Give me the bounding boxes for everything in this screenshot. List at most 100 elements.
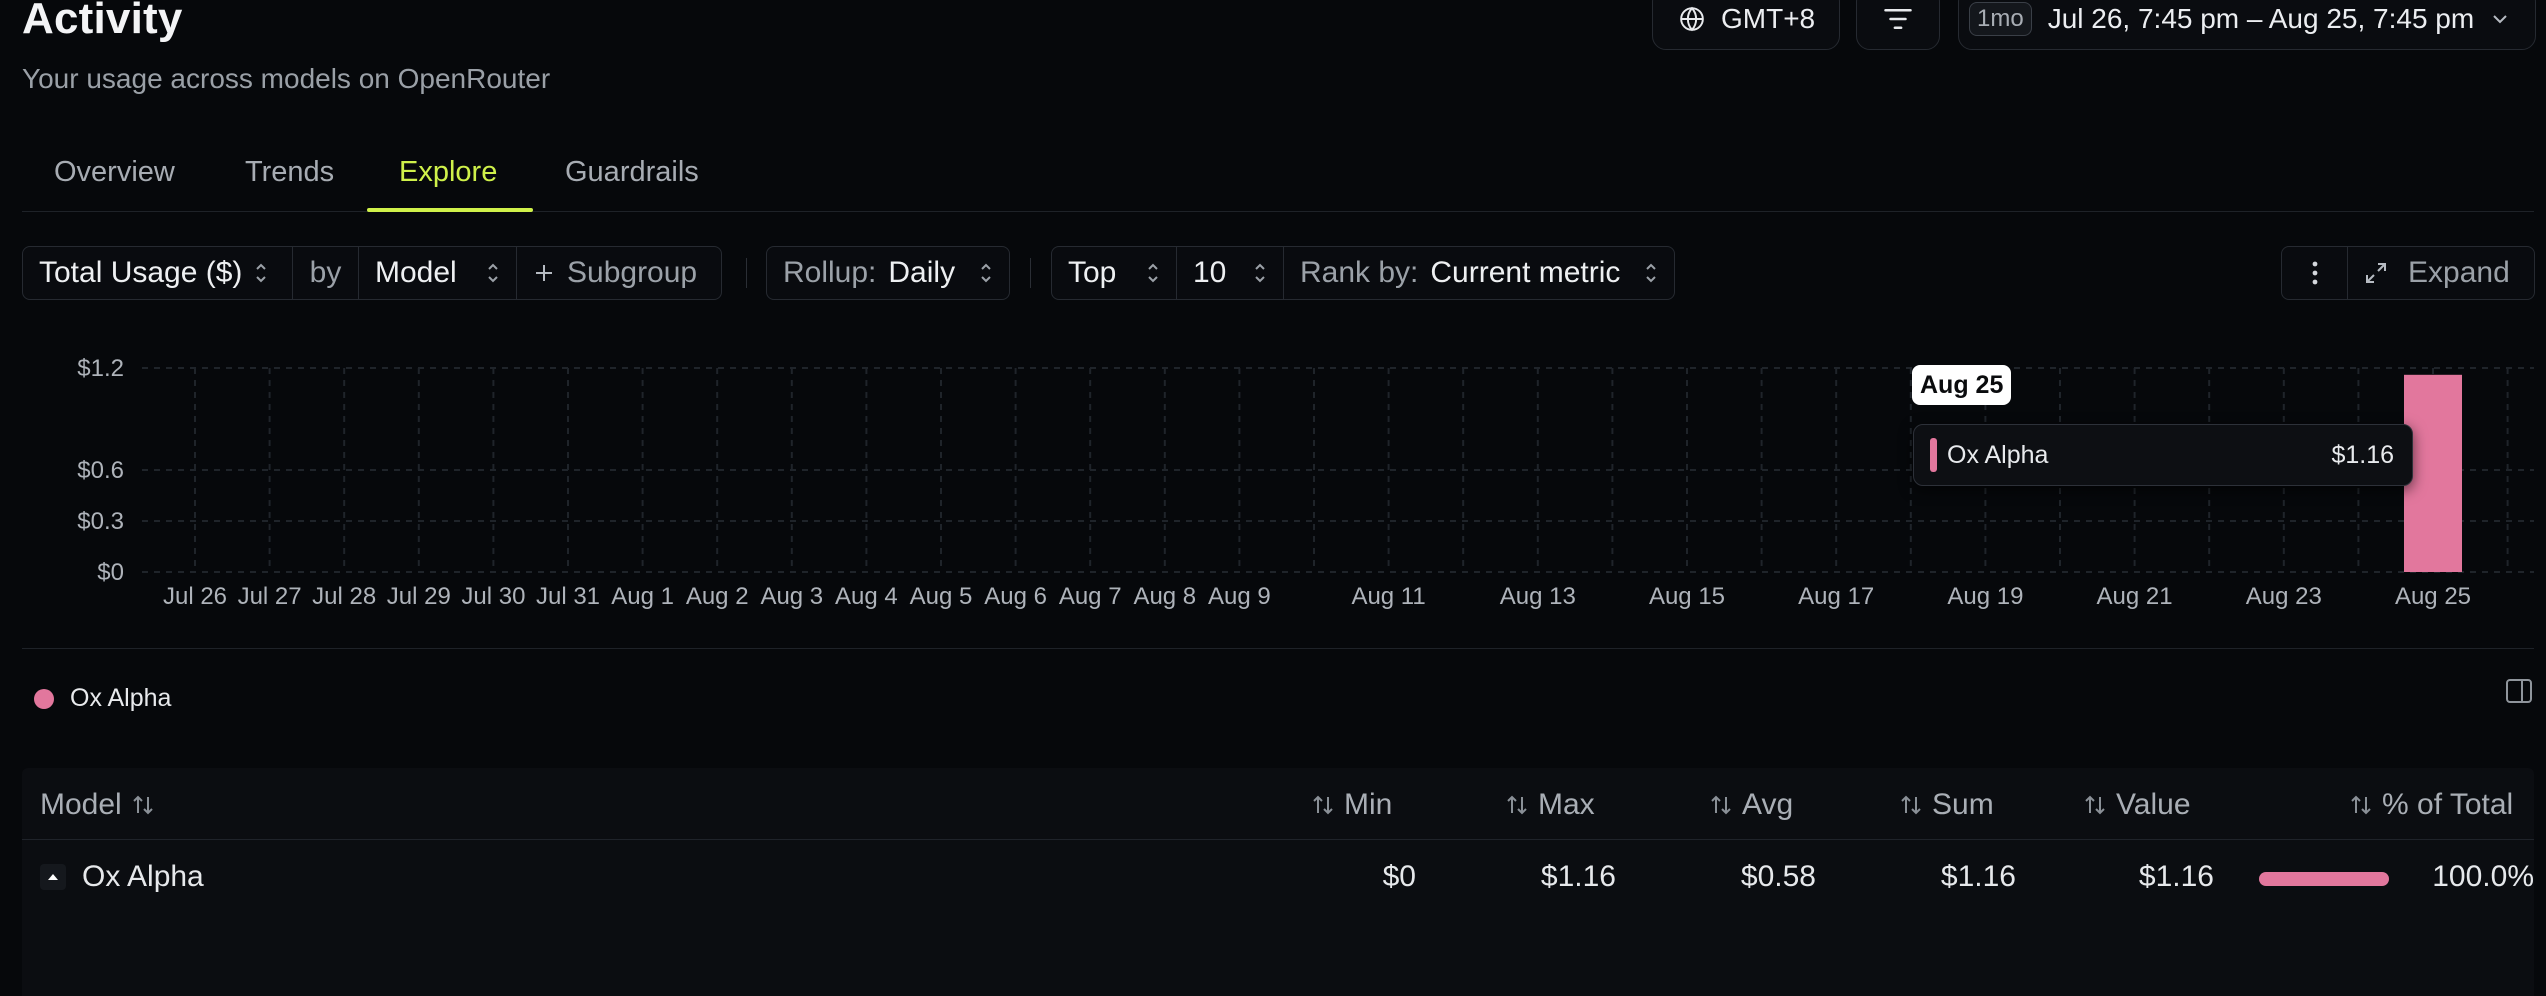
by-label: by [293, 247, 359, 299]
col-header-avg[interactable]: Avg [1708, 788, 1793, 822]
x-tick-label: Aug 21 [2097, 583, 2173, 610]
chevron-updown-icon [981, 263, 991, 283]
expand-button[interactable]: Expand [2348, 247, 2534, 299]
rank-by-select[interactable]: Rank by: Current metric [1284, 247, 1674, 299]
x-tick-label: Aug 9 [1208, 583, 1271, 610]
tooltip-date: Aug 25 [1912, 365, 2012, 405]
col-label: Sum [1932, 788, 1994, 821]
y-tick-label: $0 [97, 559, 124, 586]
expand-row-button[interactable] [40, 864, 66, 890]
pct-of-total-bar-fill [2259, 872, 2389, 886]
x-tick-label: Aug 1 [611, 583, 674, 610]
x-tick-label: Aug 15 [1649, 583, 1725, 610]
subgroup-label: Subgroup [567, 256, 698, 289]
x-tick-label: Aug 7 [1059, 583, 1122, 610]
caret-up-icon [48, 874, 58, 880]
rollup-controls: Rollup: Daily [766, 246, 1010, 300]
filter-icon [1884, 9, 1912, 29]
tab-bar: Overview Trends Explore Guardrails [22, 126, 2534, 212]
legend-label: Ox Alpha [70, 684, 172, 712]
active-tab-indicator [367, 208, 533, 212]
timezone-label: GMT+8 [1721, 3, 1816, 34]
sort-icon [1901, 795, 1921, 815]
date-range-label: Jul 26, 7:45 pm – Aug 25, 7:45 pm [2047, 3, 2475, 34]
x-tick-label: Aug 6 [984, 583, 1047, 610]
chevron-updown-icon [1148, 263, 1158, 283]
chart-divider [22, 648, 2534, 649]
sort-icon [1507, 795, 1527, 815]
tab-trends[interactable]: Trends [245, 156, 334, 189]
tab-guardrails[interactable]: Guardrails [565, 156, 699, 189]
metric-value: Total Usage ($) [39, 256, 243, 289]
tab-overview[interactable]: Overview [54, 156, 175, 189]
col-header-sum[interactable]: Sum [1898, 788, 1994, 822]
expand-label: Expand [2408, 256, 2510, 289]
chevron-updown-icon [488, 263, 498, 283]
cell-max: $1.16 [1540, 860, 1616, 893]
table-header: Model Min Max Avg Sum Value % of Total [22, 768, 2534, 840]
col-label: Max [1538, 788, 1595, 821]
col-header-max[interactable]: Max [1504, 788, 1595, 822]
top-label: Top [1068, 256, 1117, 289]
x-tick-label: Aug 11 [1351, 583, 1425, 610]
metric-select[interactable]: Total Usage ($) [23, 247, 293, 299]
group-by-select[interactable]: Model [359, 247, 517, 299]
rollup-select[interactable]: Rollup: Daily [767, 247, 1009, 299]
sort-icon [2351, 795, 2371, 815]
rank-by-label: Rank by: [1300, 256, 1419, 289]
top-count-select[interactable]: 10 [1177, 247, 1284, 299]
timezone-button[interactable]: GMT+8 [1652, 0, 1840, 50]
col-header-model[interactable]: Model [40, 788, 156, 822]
ranking-controls: Top 10 Rank by: Current metric [1051, 246, 1675, 300]
cell-sum: $1.16 [1940, 860, 2016, 893]
x-tick-label: Aug 13 [1500, 583, 1576, 610]
y-tick-label: $0.6 [77, 457, 124, 484]
col-label: Min [1344, 788, 1393, 821]
col-label: % of Total [2382, 788, 2514, 821]
tooltip-series-swatch [1930, 438, 1937, 472]
x-tick-label: Aug 4 [835, 583, 898, 610]
tooltip-value: $1.16 [2331, 440, 2394, 469]
chart-legend[interactable]: Ox Alpha [34, 684, 171, 713]
x-tick-label: Aug 8 [1133, 583, 1196, 610]
x-tick-label: Aug 23 [2246, 583, 2322, 610]
page-title: Activity [22, 0, 183, 43]
x-tick-label: Aug 3 [760, 583, 823, 610]
tab-explore[interactable]: Explore [399, 156, 497, 189]
col-header-pct-total[interactable]: % of Total [2348, 788, 2513, 822]
toolbar-divider [746, 258, 747, 288]
x-tick-label: Jul 27 [238, 583, 302, 610]
top-count-value: 10 [1193, 256, 1227, 289]
x-tick-label: Jul 28 [312, 583, 376, 610]
panel-toggle-icon[interactable] [2505, 678, 2533, 704]
date-range-select[interactable]: 1mo Jul 26, 7:45 pm – Aug 25, 7:45 pm [1958, 0, 2536, 50]
add-subgroup-button[interactable]: Subgroup [517, 247, 721, 299]
sort-icon [133, 795, 153, 815]
col-header-value[interactable]: Value [2082, 788, 2191, 822]
rank-by-value: Current metric [1430, 256, 1621, 289]
x-tick-label: Jul 30 [461, 583, 525, 610]
col-header-min[interactable]: Min [1310, 788, 1392, 822]
x-tick-label: Aug 5 [910, 583, 973, 610]
rollup-label: Rollup: [783, 256, 877, 289]
y-tick-label: $0.3 [77, 508, 124, 535]
more-vertical-icon [2312, 261, 2317, 285]
cell-pct-total: 100.0% [2432, 860, 2534, 893]
chevron-updown-icon [1255, 263, 1265, 283]
filter-button[interactable] [1856, 0, 1940, 50]
chart-actions: Expand [2281, 246, 2535, 300]
tooltip-series-name: Ox Alpha [1947, 440, 2049, 469]
cell-value: $1.16 [2138, 860, 2214, 893]
chevron-updown-icon [1646, 263, 1656, 283]
legend-swatch [34, 688, 54, 709]
top-select[interactable]: Top [1052, 247, 1177, 299]
plus-icon [536, 265, 552, 281]
cell-min: $0 [1382, 860, 1416, 893]
x-tick-label: Aug 19 [1947, 583, 2023, 610]
group-by-value: Model [375, 256, 457, 289]
chevron-updown-icon [256, 263, 267, 283]
expand-icon [2366, 263, 2386, 283]
x-tick-label: Aug 25 [2395, 583, 2471, 610]
more-options-button[interactable] [2282, 247, 2348, 299]
rollup-value: Daily [888, 256, 956, 289]
